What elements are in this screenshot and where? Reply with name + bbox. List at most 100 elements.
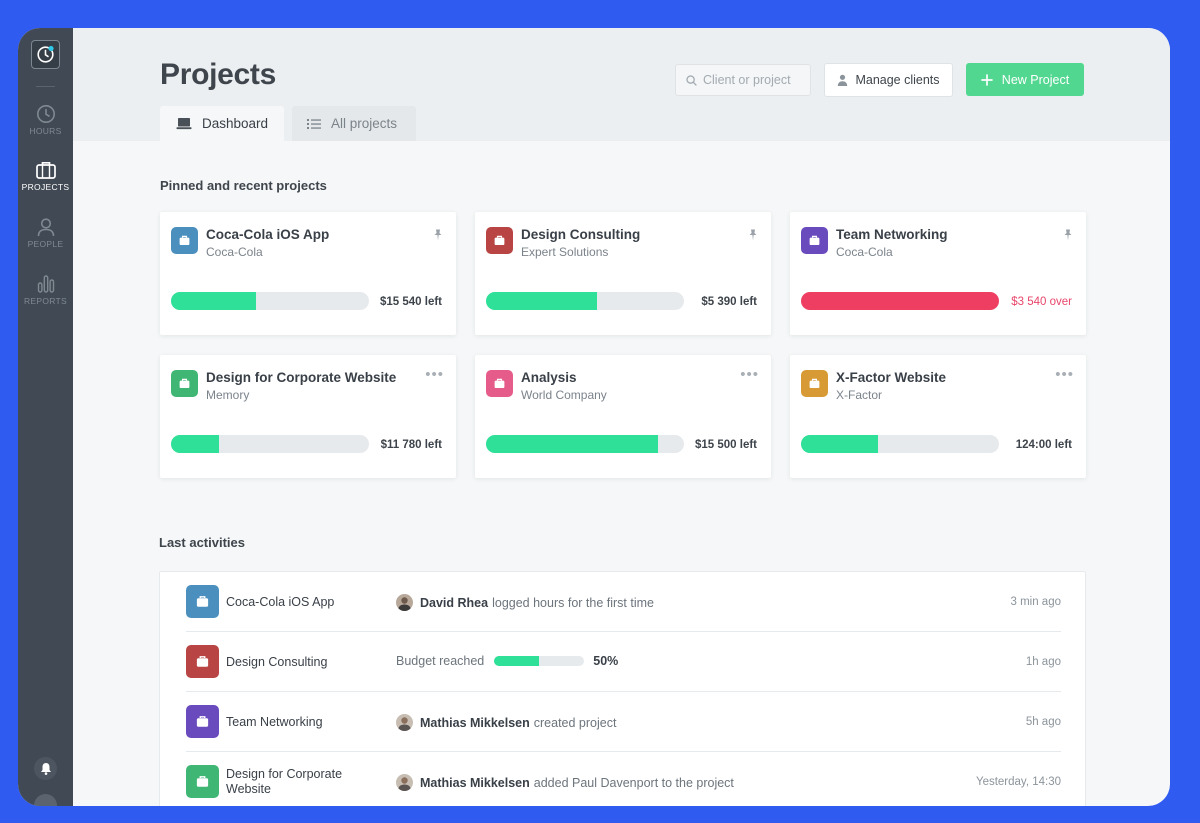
new-project-button[interactable]: New Project <box>966 63 1084 96</box>
pinned-section-title: Pinned and recent projects <box>160 178 327 193</box>
activity-row[interactable]: Design Consulting Budget reached 50% 1h … <box>186 632 1061 692</box>
project-icon <box>186 705 219 738</box>
project-card[interactable]: X-Factor Website X-Factor ••• 124:00 lef… <box>790 355 1086 478</box>
project-name: X-Factor Website <box>836 370 947 385</box>
activity-detail: Budget reached 50% <box>396 654 618 668</box>
app-logo[interactable] <box>31 40 60 69</box>
list-icon <box>307 118 321 129</box>
project-card[interactable]: Design for Corporate Website Memory ••• … <box>160 355 456 478</box>
logo-clock-icon <box>37 45 54 63</box>
user-avatar <box>396 774 413 791</box>
sidebar-item-label: PROJECTS <box>21 182 70 192</box>
briefcase-icon <box>196 596 209 607</box>
budget-remaining: $15 540 left <box>379 296 442 308</box>
search-box[interactable] <box>675 64 811 96</box>
notifications-button[interactable] <box>34 757 57 780</box>
manage-clients-button[interactable]: Manage clients <box>824 63 953 97</box>
user-avatar[interactable] <box>34 794 57 806</box>
activity-project[interactable]: Design for Corporate Website <box>226 767 371 797</box>
project-icon <box>186 585 219 618</box>
project-name: Coca-Cola iOS App <box>206 227 330 242</box>
activity-time: 1h ago <box>1025 656 1061 668</box>
activity-person[interactable]: Mathias Mikkelsen <box>420 716 530 730</box>
sidebar-item-projects[interactable]: PROJECTS <box>18 160 73 192</box>
manage-clients-label: Manage clients <box>855 73 940 87</box>
budget-progress-bar <box>801 292 999 310</box>
pin-icon[interactable] <box>1063 229 1073 241</box>
user-avatar <box>396 714 413 731</box>
budget-progress-bar <box>486 292 684 310</box>
project-client: Coca-Cola <box>836 245 893 259</box>
bell-icon <box>40 763 51 775</box>
search-input[interactable] <box>703 73 803 87</box>
project-icon <box>171 227 198 254</box>
project-client: World Company <box>521 388 607 402</box>
briefcase-icon <box>35 161 56 179</box>
budget-progress-bar <box>486 435 684 453</box>
activity-project[interactable]: Design Consulting <box>226 655 371 670</box>
budget-over: $3 540 over <box>1011 296 1072 308</box>
project-card[interactable]: Coca-Cola iOS App Coca-Cola $15 540 left <box>160 212 456 335</box>
more-options-icon[interactable]: ••• <box>740 367 759 382</box>
budget-remaining: 124:00 left <box>1015 439 1072 451</box>
budget-remaining: $11 780 left <box>380 439 442 451</box>
tab-dashboard[interactable]: Dashboard <box>160 106 284 141</box>
sidebar-divider <box>36 86 55 87</box>
activity-text: logged hours for the first time <box>492 595 654 610</box>
briefcase-icon <box>196 656 209 667</box>
project-icon <box>486 370 513 397</box>
activity-row[interactable]: Coca-Cola iOS App David Rhea logged hour… <box>186 572 1061 632</box>
budget-percent: 50% <box>593 654 619 668</box>
project-card[interactable]: Team Networking Coca-Cola $3 540 over <box>790 212 1086 335</box>
budget-remaining: $15 500 left <box>694 439 757 451</box>
project-client: X-Factor <box>836 388 883 402</box>
activity-person[interactable]: Mathias Mikkelsen <box>420 776 530 790</box>
project-card[interactable]: Analysis World Company ••• $15 500 left <box>475 355 771 478</box>
pin-icon[interactable] <box>433 229 443 241</box>
activity-time: Yesterday, 14:30 <box>975 776 1061 788</box>
sidebar-item-hours[interactable]: HOURS <box>18 104 73 136</box>
project-icon <box>186 645 219 678</box>
activity-row[interactable]: Design for Corporate Website Mathias Mik… <box>186 752 1061 806</box>
activity-detail: Mathias Mikkelsen created project <box>396 714 616 731</box>
activity-detail: David Rhea logged hours for the first ti… <box>396 594 654 611</box>
sidebar-item-label: HOURS <box>29 126 62 136</box>
project-name: Team Networking <box>836 227 948 242</box>
activity-row[interactable]: Team Networking Mathias Mikkelsen create… <box>186 692 1061 752</box>
laptop-icon <box>176 118 192 130</box>
activity-person[interactable]: David Rhea <box>420 596 488 610</box>
budget-progress-fill <box>801 292 999 310</box>
project-icon <box>801 370 828 397</box>
sidebar-item-reports[interactable]: REPORTS <box>18 274 73 306</box>
bar-chart-icon <box>37 275 54 293</box>
tab-label: Dashboard <box>202 116 269 131</box>
app-window: HOURS PROJECTS PEOPLE REPORTS Projects C… <box>18 28 1170 806</box>
project-name: Analysis <box>521 370 577 385</box>
budget-progress-bar <box>171 435 369 453</box>
plus-icon <box>980 73 993 86</box>
budget-progress-bar <box>801 435 999 453</box>
project-card[interactable]: Design Consulting Expert Solutions $5 39… <box>475 212 771 335</box>
activity-project[interactable]: Team Networking <box>226 715 371 730</box>
budget-progress-bar <box>494 656 585 666</box>
main-content: Projects Manage clients New <box>73 28 1170 806</box>
activity-project[interactable]: Coca-Cola iOS App <box>226 595 371 610</box>
more-options-icon[interactable]: ••• <box>1055 367 1074 382</box>
budget-progress-fill <box>801 435 879 453</box>
pin-icon[interactable] <box>748 229 758 241</box>
new-project-label: New Project <box>1001 72 1070 87</box>
tab-all-projects[interactable]: All projects <box>292 106 416 141</box>
sidebar-item-people[interactable]: PEOPLE <box>18 217 73 249</box>
search-icon <box>686 74 697 86</box>
more-options-icon[interactable]: ••• <box>425 367 444 382</box>
activity-time: 5h ago <box>1025 716 1061 728</box>
briefcase-icon <box>494 378 505 389</box>
briefcase-icon <box>179 378 190 389</box>
client-person-icon <box>838 74 848 86</box>
tab-label: All projects <box>331 116 398 131</box>
activities-list: Coca-Cola iOS App David Rhea logged hour… <box>159 571 1086 806</box>
briefcase-icon <box>809 235 820 246</box>
clock-icon <box>36 105 55 123</box>
sidebar-item-label: PEOPLE <box>27 239 64 249</box>
activity-time: 3 min ago <box>1010 596 1061 608</box>
